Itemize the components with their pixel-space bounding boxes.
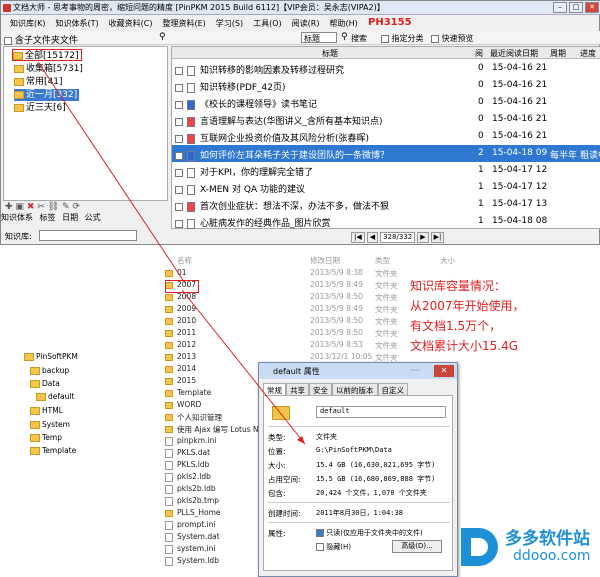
note-line: 知识库容量情况： bbox=[410, 279, 507, 293]
note-line: 文档累计大小15.4G bbox=[410, 339, 519, 353]
note-line: 从2007年开始使用， bbox=[410, 299, 525, 313]
capacity-note: 知识库容量情况： 从2007年开始使用， 有文档1.5万个， 文档累计大小15.… bbox=[410, 276, 525, 356]
ddooo-logo-icon bbox=[461, 528, 498, 566]
watermark-title: 多多软件站 bbox=[505, 529, 590, 549]
watermark-logo: 多多软件站 ddooo.com bbox=[455, 520, 600, 577]
note-line: 有文档1.5万个， bbox=[410, 319, 502, 333]
watermark-url: ddooo.com bbox=[513, 548, 591, 564]
